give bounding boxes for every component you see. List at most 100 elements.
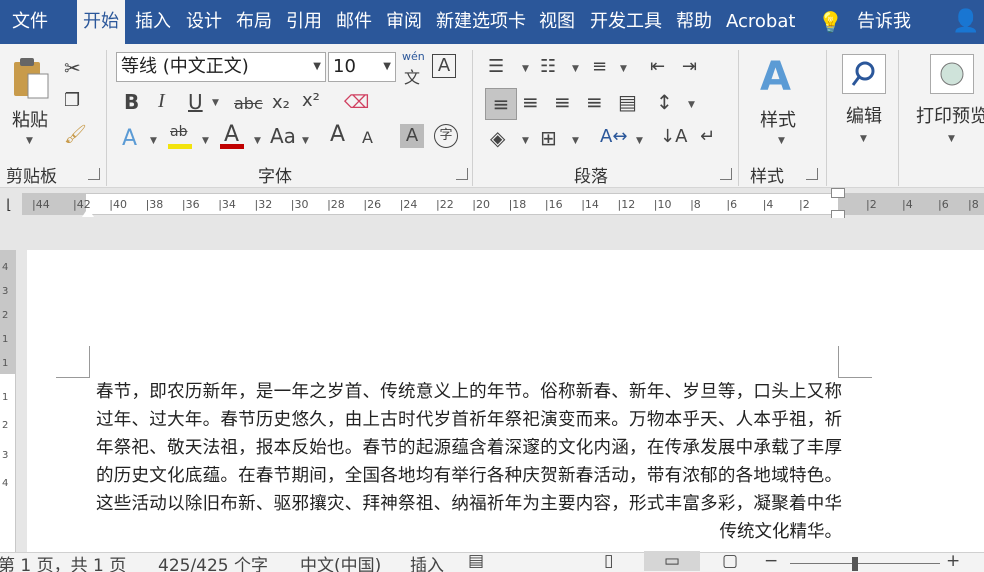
- justify-icon[interactable]: ≡: [586, 90, 603, 114]
- text-effects-dropdown-icon[interactable]: ▼: [150, 136, 157, 146]
- print-preview-dropdown-icon[interactable]: ▼: [948, 134, 955, 144]
- distributed-icon[interactable]: ▤: [618, 90, 637, 114]
- superscript-button[interactable]: x²: [302, 90, 320, 111]
- tab-insert[interactable]: 插入: [135, 0, 171, 44]
- tab-help[interactable]: 帮助: [676, 0, 712, 44]
- enclose-characters-button[interactable]: 字: [434, 124, 458, 148]
- show-formatting-icon[interactable]: ↵: [700, 126, 715, 147]
- tab-home[interactable]: 开始: [77, 0, 125, 44]
- shrink-font-button[interactable]: A: [362, 128, 373, 147]
- sort-icon[interactable]: ↓A: [660, 126, 687, 147]
- align-right-icon[interactable]: ≡: [554, 90, 571, 114]
- copy-icon[interactable]: ❐: [64, 90, 80, 111]
- first-line-indent-marker[interactable]: [831, 188, 845, 198]
- line-spacing-dropdown-icon[interactable]: ▼: [688, 100, 695, 110]
- tab-references[interactable]: 引用: [286, 0, 322, 44]
- strikethrough-button[interactable]: abc: [234, 94, 263, 113]
- italic-button[interactable]: I: [158, 90, 165, 113]
- user-account-icon[interactable]: 👤: [952, 0, 979, 44]
- styles-button[interactable]: 样式: [760, 106, 796, 132]
- lightbulb-icon[interactable]: 💡: [818, 0, 843, 44]
- decrease-indent-icon[interactable]: ⇤: [650, 56, 665, 77]
- tab-new-tab[interactable]: 新建选项卡: [436, 0, 526, 44]
- ruler-tick-label: |10: [653, 198, 672, 211]
- editing-button[interactable]: 编辑: [846, 102, 882, 128]
- tab-acrobat[interactable]: Acrobat: [726, 0, 795, 44]
- font-size-combo[interactable]: 10 ▼: [328, 52, 396, 82]
- paste-button[interactable]: 粘贴: [10, 106, 50, 132]
- shading-icon[interactable]: ◈: [490, 126, 505, 150]
- tab-developer[interactable]: 开发工具: [590, 0, 662, 44]
- styles-launcher-icon[interactable]: [806, 168, 818, 180]
- bullets-icon[interactable]: ☰: [488, 56, 504, 77]
- web-layout-icon[interactable]: ▢: [722, 551, 738, 571]
- zoom-out-icon[interactable]: −: [764, 551, 778, 571]
- font-name-combo[interactable]: 等线 (中文正文) ▼: [116, 52, 326, 82]
- bold-button[interactable]: B: [124, 90, 139, 114]
- highlight-button[interactable]: ab: [170, 124, 187, 140]
- tab-selector-icon[interactable]: ⌊: [0, 196, 18, 214]
- multilevel-list-dropdown-icon[interactable]: ▼: [620, 64, 627, 74]
- character-border-icon[interactable]: A: [432, 54, 456, 78]
- line-spacing-icon[interactable]: ↕: [656, 90, 673, 114]
- left-indent-marker[interactable]: [82, 208, 94, 217]
- format-painter-icon[interactable]: 🖌: [64, 124, 87, 145]
- clipboard-launcher-icon[interactable]: [88, 168, 100, 180]
- tab-file[interactable]: 文件: [12, 0, 48, 44]
- align-left-icon[interactable]: ≡: [485, 88, 517, 120]
- clear-formatting-icon[interactable]: ⌫: [344, 92, 369, 113]
- status-language[interactable]: 中文(中国): [300, 551, 381, 572]
- phonetic-guide-top[interactable]: wén: [402, 50, 425, 63]
- zoom-in-icon[interactable]: +: [946, 551, 960, 571]
- editing-icon[interactable]: [842, 54, 886, 94]
- tell-me-search[interactable]: 告诉我: [857, 0, 911, 44]
- tab-design[interactable]: 设计: [186, 0, 222, 44]
- zoom-slider[interactable]: [790, 563, 940, 564]
- paragraph-launcher-icon[interactable]: [720, 168, 732, 180]
- status-page-count[interactable]: 第 1 页，共 1 页: [0, 551, 126, 572]
- status-insert-mode[interactable]: 插入: [410, 551, 444, 572]
- read-mode-icon[interactable]: ▯: [604, 551, 613, 571]
- subscript-button[interactable]: x₂: [272, 92, 290, 113]
- chinese-layout-dropdown-icon[interactable]: ▼: [636, 136, 643, 146]
- increase-indent-icon[interactable]: ⇥: [682, 56, 697, 77]
- print-preview-icon[interactable]: [930, 54, 974, 94]
- paste-icon[interactable]: [10, 56, 50, 100]
- editing-dropdown-icon[interactable]: ▼: [860, 134, 867, 144]
- highlight-dropdown-icon[interactable]: ▼: [202, 136, 209, 146]
- multilevel-list-icon[interactable]: ≡: [592, 56, 607, 77]
- bullets-dropdown-icon[interactable]: ▼: [522, 64, 529, 74]
- align-center-icon[interactable]: ≡: [522, 90, 539, 114]
- shading-dropdown-icon[interactable]: ▼: [522, 136, 529, 146]
- cut-icon[interactable]: ✂: [64, 56, 81, 80]
- borders-dropdown-icon[interactable]: ▼: [572, 136, 579, 146]
- text-effects-button[interactable]: A: [122, 126, 137, 151]
- tab-mailings[interactable]: 邮件: [336, 0, 372, 44]
- underline-button[interactable]: U: [188, 90, 203, 114]
- grow-font-button[interactable]: A: [330, 122, 345, 147]
- tab-view[interactable]: 视图: [539, 0, 575, 44]
- horizontal-ruler[interactable]: |44 |42 |40 |38 |36 |34 |32 |30 |28 |26 |24 |22 |20 |…: [0, 188, 984, 222]
- tab-review[interactable]: 审阅: [386, 0, 422, 44]
- numbering-icon[interactable]: ☷: [540, 56, 556, 77]
- numbering-dropdown-icon[interactable]: ▼: [572, 64, 579, 74]
- change-case-button[interactable]: Aa: [270, 124, 296, 148]
- print-preview-button[interactable]: 打印预览: [916, 102, 984, 128]
- character-shading-button[interactable]: A: [400, 124, 424, 148]
- phonetic-guide-icon[interactable]: 文: [404, 64, 420, 88]
- borders-icon[interactable]: ⊞: [540, 126, 557, 150]
- document-paragraph[interactable]: 春节，即农历新年，是一年之岁首、传统意义上的年节。俗称新春、新年、岁旦等，口头上…: [96, 378, 842, 546]
- zoom-slider-thumb[interactable]: [852, 557, 858, 571]
- styles-icon[interactable]: A: [760, 54, 791, 100]
- font-launcher-icon[interactable]: [456, 168, 468, 180]
- styles-dropdown-icon[interactable]: ▼: [778, 136, 785, 146]
- tab-layout[interactable]: 布局: [236, 0, 272, 44]
- change-case-dropdown-icon[interactable]: ▼: [302, 136, 309, 146]
- font-color-dropdown-icon[interactable]: ▼: [254, 136, 261, 146]
- underline-dropdown-icon[interactable]: ▼: [212, 98, 219, 108]
- status-word-count[interactable]: 425/425 个字: [158, 551, 268, 572]
- chinese-layout-icon[interactable]: A↔: [600, 126, 627, 147]
- print-layout-icon[interactable]: ▭: [644, 551, 700, 571]
- macro-record-icon[interactable]: ▤: [468, 551, 484, 571]
- paste-dropdown-icon[interactable]: ▼: [26, 136, 33, 146]
